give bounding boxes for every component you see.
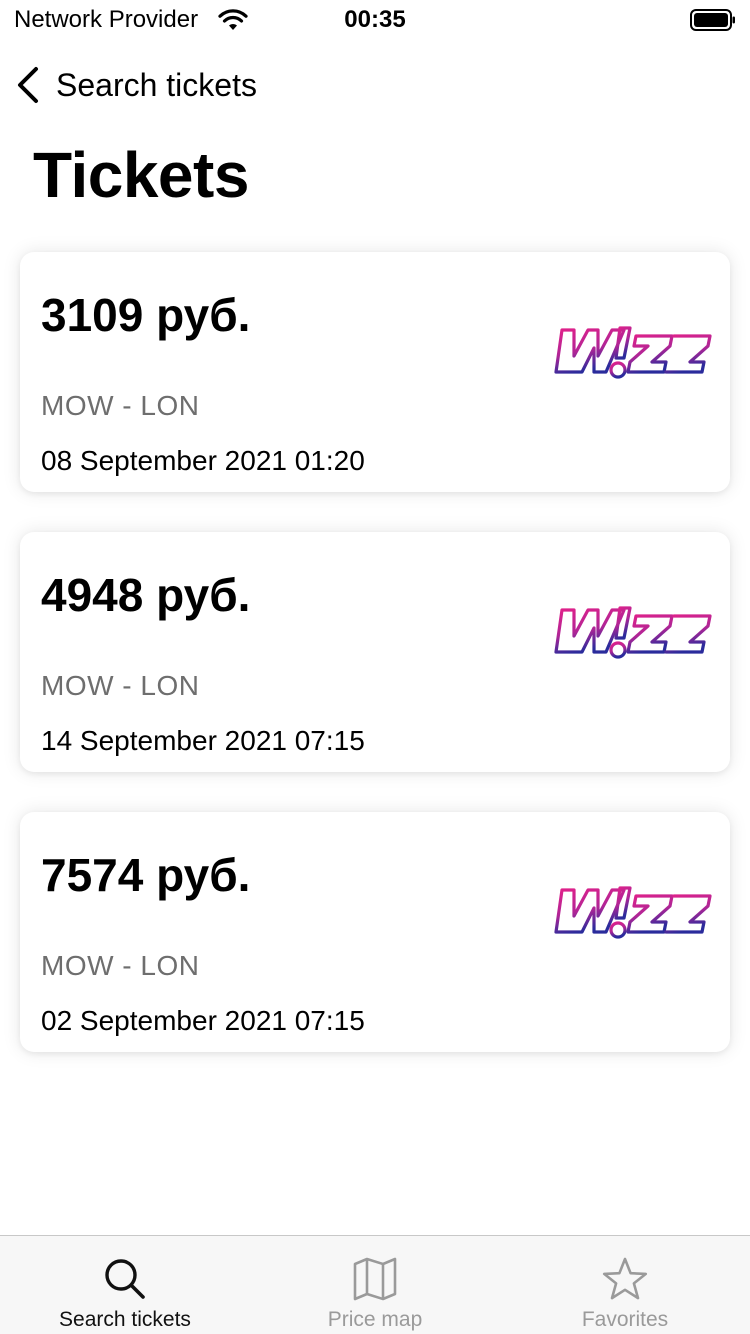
ticket-date: 02 September 2021 07:15 [41, 1005, 365, 1036]
tab-price-map[interactable]: Price map [250, 1236, 500, 1334]
back-button[interactable]: Search tickets [14, 60, 257, 110]
ticket-route: MOW - LON [41, 670, 200, 701]
airline-logo [554, 606, 712, 659]
ticket-route: MOW - LON [41, 950, 200, 981]
screen: Network Provider 00:35 Search tickets Ti… [0, 0, 750, 1334]
page-title: Tickets [33, 139, 249, 211]
battery-icon [690, 9, 735, 31]
airline-logo [554, 326, 712, 379]
tab-search-tickets[interactable]: Search tickets [0, 1236, 250, 1334]
tab-label: Favorites [581, 1308, 669, 1331]
ticket-list: 3109 руб. MOW - LON 08 September 2021 01… [20, 252, 730, 1092]
tab-label: Search tickets [59, 1308, 191, 1331]
back-label: Search tickets [56, 66, 257, 103]
ticket-price: 7574 руб. [41, 849, 251, 901]
ticket-card[interactable]: 3109 руб. MOW - LON 08 September 2021 01… [20, 252, 730, 492]
clock: 00:35 [344, 6, 406, 33]
ticket-date: 08 September 2021 01:20 [41, 445, 365, 476]
ticket-card[interactable]: 4948 руб. MOW - LON 14 September 2021 07… [20, 532, 730, 772]
ticket-price: 3109 руб. [41, 289, 251, 341]
chevron-left-icon [18, 67, 38, 103]
tab-bar: Search tickets Price map Favorites [0, 1235, 750, 1334]
search-icon [105, 1259, 145, 1299]
ticket-card[interactable]: 7574 руб. MOW - LON 02 September 2021 07… [20, 812, 730, 1052]
ticket-price: 4948 руб. [41, 569, 251, 621]
ticket-date: 14 September 2021 07:15 [41, 725, 365, 756]
star-icon [602, 1257, 648, 1300]
tab-favorites[interactable]: Favorites [500, 1236, 750, 1334]
tab-label: Price map [327, 1308, 423, 1331]
status-bar: Network Provider 00:35 [0, 0, 750, 44]
airline-logo [554, 886, 712, 939]
ticket-route: MOW - LON [41, 390, 200, 421]
map-icon [353, 1257, 397, 1301]
